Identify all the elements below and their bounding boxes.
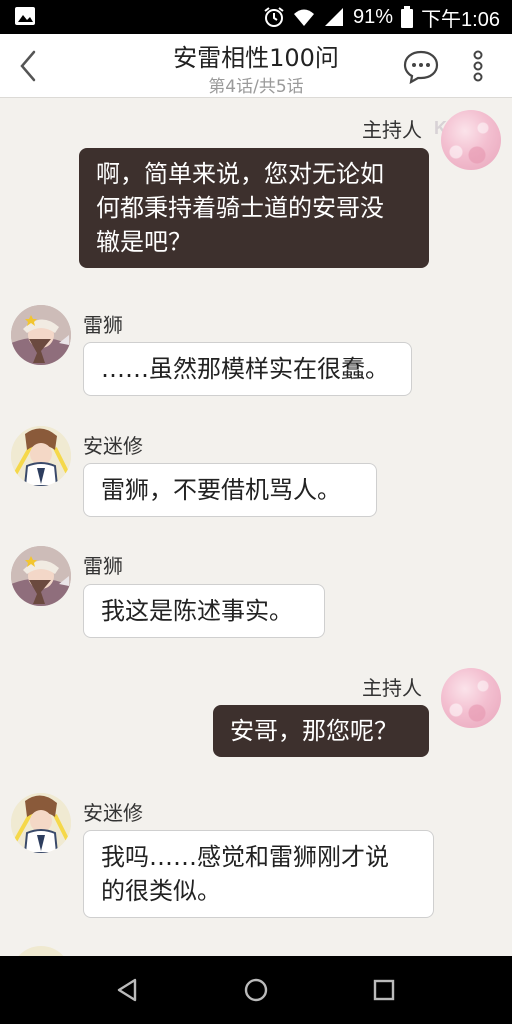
- avatar-leishi[interactable]: [11, 546, 71, 606]
- bubble-line: 雷狮，不要借机骂人。: [101, 476, 341, 504]
- avatar-host[interactable]: [441, 668, 501, 728]
- character-portrait-icon: [11, 426, 71, 486]
- battery-percent: 91%: [353, 5, 394, 28]
- image-icon: [15, 7, 35, 25]
- chat-bubble: ……虽然那模样实在很蠢。: [83, 342, 412, 396]
- comment-icon[interactable]: [402, 48, 440, 84]
- battery-icon: [401, 6, 414, 28]
- speaker-name: 主持人: [362, 118, 422, 142]
- chat-bubble: 啊，简单来说，您对无论如 何都秉持着骑士道的安哥没 辙是吧？: [79, 148, 429, 268]
- avatar-anmixiu[interactable]: [11, 946, 71, 956]
- character-portrait-icon: [11, 305, 71, 365]
- avatar-anmixiu[interactable]: [11, 426, 71, 486]
- recents-square-icon[interactable]: [368, 974, 400, 1006]
- top-app-bar: 安雷相性100问 第4话/共5话: [0, 34, 512, 98]
- avatar-host[interactable]: [441, 110, 501, 170]
- more-vertical-icon[interactable]: [466, 48, 490, 84]
- chat-bubble: 我这是陈述事实。: [83, 584, 325, 638]
- avatar-leishi[interactable]: [11, 305, 71, 365]
- home-circle-icon[interactable]: [240, 974, 272, 1006]
- bubble-line: 辙是吧？: [96, 228, 192, 256]
- signal-icon: [325, 8, 344, 26]
- alarm-icon: [264, 7, 284, 27]
- chat-bubble: 我吗……感觉和雷狮刚才说 的很类似。: [83, 830, 434, 918]
- status-bar: 91% 下午1:06: [0, 0, 512, 34]
- bubble-line: 的很类似。: [101, 877, 221, 905]
- chat-area[interactable]: 主持人 K 啊，简单来说，您对无论如 何都秉持着骑士道的安哥没 辙是吧？ 雷狮 …: [0, 98, 512, 956]
- speaker-name: 安迷修: [83, 434, 143, 458]
- chat-bubble: 安哥，那您呢？: [213, 705, 429, 757]
- speaker-name: 主持人: [362, 676, 422, 700]
- system-nav-bar: [0, 956, 512, 1024]
- bubble-line: 安哥，那您呢？: [230, 717, 398, 745]
- chat-bubble: 雷狮，不要借机骂人。: [83, 463, 377, 517]
- back-triangle-icon[interactable]: [111, 974, 143, 1006]
- wifi-icon: [294, 9, 315, 26]
- bubble-line: 啊，简单来说，您对无论如: [96, 160, 384, 188]
- clock: 下午1:06: [421, 8, 500, 31]
- speaker-name: 雷狮: [83, 554, 123, 578]
- bubble-line: 我这是陈述事实。: [101, 597, 293, 625]
- bubble-line: 我吗……感觉和雷狮刚才说: [101, 843, 389, 871]
- bubble-line: ……虽然那模样实在很蠢。: [101, 355, 389, 383]
- speaker-name: 安迷修: [83, 801, 143, 825]
- speaker-name: 雷狮: [83, 313, 123, 337]
- character-portrait-icon: [11, 546, 71, 606]
- avatar-anmixiu[interactable]: [11, 793, 71, 853]
- bubble-line: 何都秉持着骑士道的安哥没: [96, 194, 384, 222]
- character-portrait-icon: [11, 793, 71, 853]
